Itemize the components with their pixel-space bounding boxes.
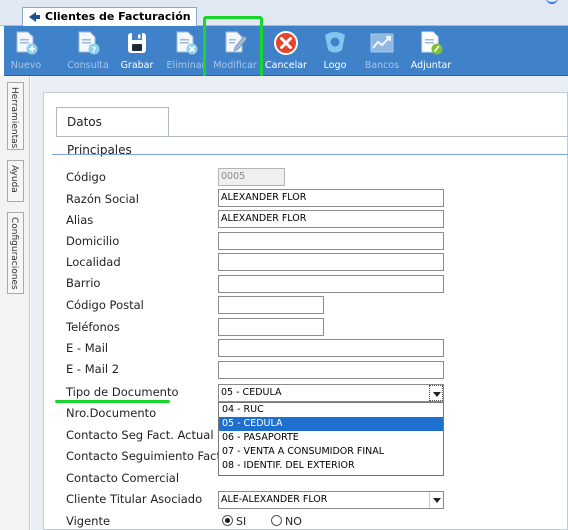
- grabar-label: Grabar: [120, 60, 154, 71]
- arrow-tab-icon: [29, 12, 40, 22]
- localidad-label: Localidad: [66, 255, 121, 269]
- telefonos-label: Teléfonos: [66, 320, 120, 334]
- tipo-documento-dropdown-list: 04 - RUC 05 - CEDULA 06 - PASAPORTE 07 -…: [218, 402, 444, 476]
- vigente-no-label: NO: [285, 515, 302, 528]
- email-field[interactable]: [218, 339, 444, 357]
- barrio-label: Barrio: [66, 276, 101, 290]
- toolbar: Nuevo ? Consulta Grabar Eliminar Modific…: [4, 26, 568, 76]
- cliente-titular-asociado-select[interactable]: ALE-ALEXANDER FLOR: [218, 491, 444, 509]
- save-icon: [128, 33, 146, 53]
- modificar-highlight: [203, 16, 263, 82]
- tab-divider: [56, 136, 568, 137]
- email2-field[interactable]: [218, 361, 444, 379]
- side-tab-ayuda-label: Ayuda: [9, 165, 19, 193]
- vigente-si-radio[interactable]: SI: [222, 515, 246, 528]
- cliente-titular-asociado-label: Cliente Titular Asociado: [66, 492, 203, 506]
- logo-button[interactable]: Logo: [318, 26, 352, 76]
- nuevo-button[interactable]: Nuevo: [6, 26, 46, 76]
- vigente-no-radio[interactable]: NO: [271, 515, 302, 528]
- window-tab[interactable]: Clientes de Facturación: [22, 7, 197, 26]
- vigente-label: Vigente: [66, 514, 111, 528]
- vigente-si-label: SI: [236, 515, 247, 528]
- cancelar-button[interactable]: Cancelar: [264, 26, 308, 76]
- domicilio-label: Domicilio: [66, 234, 120, 248]
- domicilio-field[interactable]: [218, 232, 444, 250]
- eliminar-button[interactable]: Eliminar: [166, 26, 206, 76]
- window-titlebar: Clientes de Facturación: [0, 0, 568, 26]
- razon-social-label: Razón Social: [66, 192, 139, 206]
- dropdown-option-identif-exterior[interactable]: 08 - IDENTIF. DEL EXTERIOR: [219, 459, 443, 473]
- side-tab-herramientas[interactable]: Herramientas: [7, 82, 24, 150]
- eliminar-label: Eliminar: [166, 60, 206, 71]
- tipo-documento-value: 05 - CEDULA: [221, 387, 282, 398]
- cliente-titular-asociado-value: ALE-ALEXANDER FLOR: [221, 494, 328, 505]
- logo-icon: [325, 32, 345, 53]
- alias-field[interactable]: ALEXANDER FLOR: [218, 210, 444, 228]
- bancos-button[interactable]: Bancos: [362, 26, 402, 76]
- razon-social-field[interactable]: ALEXANDER FLOR: [218, 189, 444, 207]
- tipo-documento-highlight: [55, 400, 170, 403]
- consulta-label: Consulta: [67, 60, 109, 71]
- telefonos-field[interactable]: [218, 318, 324, 336]
- section-rule: [52, 154, 568, 155]
- nuevo-label: Nuevo: [10, 60, 42, 71]
- document-delete-icon: [176, 31, 198, 55]
- codigo-field[interactable]: 0005: [218, 168, 285, 186]
- side-tab-ayuda[interactable]: Ayuda: [7, 160, 24, 202]
- side-tab-configuraciones[interactable]: Configuraciones: [7, 212, 24, 294]
- tipo-documento-chevron-down-icon[interactable]: [429, 385, 443, 401]
- localidad-field[interactable]: [218, 253, 444, 271]
- logo-label: Logo: [323, 60, 347, 71]
- attach-document-icon: [421, 31, 443, 55]
- tab-datos-principales[interactable]: Datos Principales: [56, 107, 169, 157]
- contacto-seguimiento-fact-label: Contacto Seguimiento Fact.: [66, 449, 225, 463]
- cancelar-label: Cancelar: [265, 60, 307, 71]
- email2-label: E - Mail 2: [66, 362, 120, 376]
- contacto-comercial-label: Contacto Comercial: [66, 471, 180, 485]
- grabar-button[interactable]: Grabar: [118, 26, 156, 76]
- barrio-field[interactable]: [218, 275, 444, 293]
- window-tab-title: Clientes de Facturación: [45, 10, 191, 23]
- radio-unselected-icon: [271, 515, 282, 526]
- bancos-label: Bancos: [364, 60, 400, 71]
- adjuntar-button[interactable]: Adjuntar: [408, 26, 454, 76]
- dropdown-option-ruc[interactable]: 04 - RUC: [219, 403, 443, 417]
- contacto-seg-fact-actual-label: Contacto Seg Fact. Actual: [66, 428, 214, 442]
- cancel-icon: [274, 31, 298, 55]
- dropdown-option-cedula[interactable]: 05 - CEDULA: [219, 417, 443, 431]
- tipo-documento-select[interactable]: 05 - CEDULA: [218, 384, 444, 402]
- dropdown-option-pasaporte[interactable]: 06 - PASAPORTE: [219, 431, 443, 445]
- adjuntar-label: Adjuntar: [410, 60, 452, 71]
- cliente-titular-chevron-down-icon[interactable]: [429, 492, 443, 508]
- email-label: E - Mail: [66, 341, 109, 355]
- document-help-icon: ?: [78, 31, 100, 55]
- dropdown-option-consumidor-final[interactable]: 07 - VENTA A CONSUMIDOR FINAL: [219, 445, 443, 459]
- svg-text:?: ?: [92, 46, 97, 55]
- consulta-button[interactable]: ? Consulta: [66, 26, 110, 76]
- alias-label: Alias: [66, 213, 94, 227]
- codigo-postal-field[interactable]: [218, 296, 324, 314]
- codigo-label: Código: [66, 170, 106, 184]
- side-tab-herramientas-label: Herramientas: [9, 87, 19, 149]
- codigo-postal-label: Código Postal: [66, 298, 144, 312]
- radio-selected-icon: [222, 515, 233, 526]
- side-tab-strip: Herramientas Ayuda Configuraciones: [0, 76, 30, 530]
- side-tab-configuraciones-label: Configuraciones: [9, 217, 19, 290]
- nro-documento-label: Nro.Documento: [66, 406, 157, 420]
- chart-icon: [370, 33, 394, 53]
- corner-mark: [546, 0, 558, 4]
- tipo-documento-label: Tipo de Documento: [66, 385, 179, 399]
- document-add-icon: [16, 31, 38, 55]
